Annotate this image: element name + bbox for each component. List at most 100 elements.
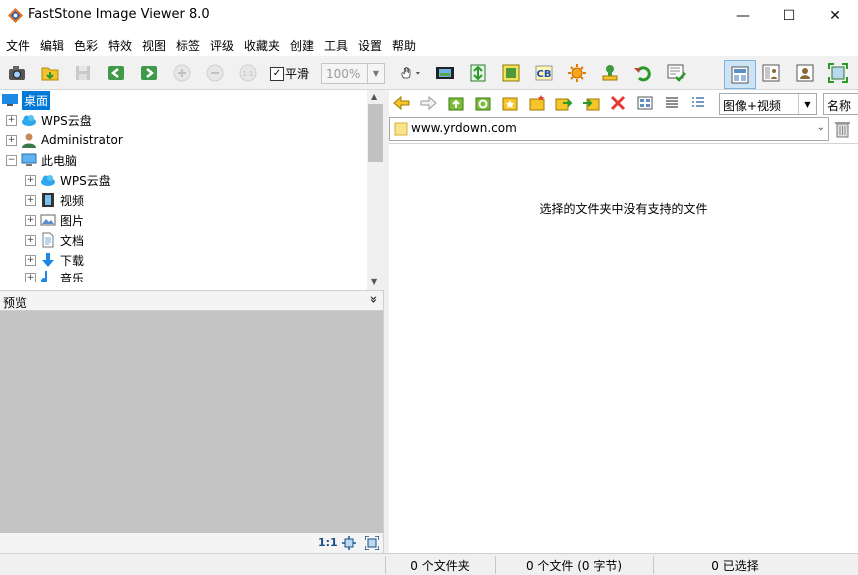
actual-size-icon[interactable]: 1:1 [237, 63, 259, 83]
desktop-icon [2, 94, 18, 106]
preview-ratio-button[interactable]: 1:1 [318, 536, 338, 549]
tree-item-wps-cloud-pc[interactable]: + WPS云盘 [25, 170, 111, 190]
file-filter-select[interactable]: 图像+视频 ▼ [719, 93, 817, 115]
expand-icon[interactable]: + [25, 174, 36, 186]
close-button[interactable]: ✕ [812, 0, 858, 32]
cloud-icon [22, 115, 36, 126]
expand-icon[interactable]: + [25, 194, 36, 206]
menu-effects[interactable]: 特效 [108, 37, 132, 54]
next-image-icon[interactable] [138, 63, 160, 83]
expand-icon[interactable]: + [25, 273, 36, 282]
tree-item-downloads[interactable]: + 下载 [25, 250, 84, 270]
expand-icon[interactable]: + [25, 254, 36, 266]
sort-value: 名称 [827, 99, 852, 113]
tree-item-administrator[interactable]: + Administrator [6, 130, 123, 150]
open-folder-icon[interactable] [39, 63, 61, 83]
chevron-down-icon[interactable]: ▼ [367, 64, 384, 83]
expand-icon[interactable]: + [25, 214, 36, 226]
tree-item-this-pc[interactable]: − 此电脑 [6, 150, 77, 170]
full-view-icon[interactable] [365, 536, 379, 550]
tree-item-label: 下载 [60, 253, 85, 268]
stamp-icon[interactable] [599, 63, 621, 83]
undo-rotate-icon[interactable] [632, 63, 654, 83]
expand-icon[interactable]: + [6, 134, 17, 146]
color-adjust-icon[interactable]: CB [533, 63, 555, 83]
layout-portrait-icon[interactable] [794, 63, 816, 83]
refresh-folder-icon[interactable] [473, 93, 493, 113]
menu-rating[interactable]: 评级 [210, 37, 234, 54]
tree-item-desktop[interactable]: 桌面 [2, 90, 51, 110]
maximize-button[interactable]: ☐ [766, 0, 812, 32]
tree-item-label: WPS云盘 [41, 113, 92, 128]
file-filter-value: 图像+视频 [723, 99, 782, 113]
trash-icon[interactable] [834, 120, 851, 138]
delete-icon[interactable] [608, 93, 628, 113]
menu-tools[interactable]: 工具 [324, 37, 348, 54]
crop-image-icon[interactable] [500, 63, 522, 83]
minimize-button[interactable]: — [720, 0, 766, 32]
batch-convert-icon[interactable] [665, 63, 687, 83]
copy-to-folder-icon[interactable] [554, 93, 574, 113]
menu-favorites[interactable]: 收藏夹 [244, 37, 280, 54]
scroll-down-icon[interactable]: ▼ [371, 277, 377, 286]
details-view-icon[interactable] [688, 93, 708, 113]
tree-item-label: 文档 [60, 233, 85, 248]
effects-sun-icon[interactable] [566, 63, 588, 83]
tree-scrollbar-thumb[interactable] [368, 104, 383, 162]
new-folder-icon[interactable] [527, 93, 547, 113]
status-folders: 0 个文件夹 [410, 559, 470, 573]
fullscreen-icon[interactable] [827, 63, 849, 83]
favorite-folder-icon[interactable] [500, 93, 520, 113]
slideshow-film-icon[interactable] [434, 63, 456, 83]
menu-edit[interactable]: 编辑 [40, 37, 64, 54]
zoom-value: 100% [326, 67, 361, 81]
expand-icon[interactable]: + [25, 234, 36, 246]
tree-item-documents[interactable]: + 文档 [25, 230, 84, 250]
path-combobox[interactable]: www.yrdown.com ⌄ [389, 117, 829, 141]
hand-tool-icon[interactable] [395, 63, 425, 83]
user-icon [22, 133, 36, 148]
zoom-out-icon[interactable] [204, 63, 226, 83]
cloud-icon [41, 175, 55, 186]
previous-image-icon[interactable] [105, 63, 127, 83]
menu-settings[interactable]: 设置 [358, 37, 382, 54]
svg-text:1:1: 1:1 [242, 70, 253, 78]
status-selected: 0 已选择 [711, 559, 759, 573]
title-bar: FastStone Image Viewer 8.0 — ☐ ✕ [0, 0, 858, 32]
move-to-folder-icon[interactable] [581, 93, 601, 113]
menu-tags[interactable]: 标签 [176, 37, 200, 54]
folder-tree: 桌面 + WPS云盘 + Administrator − 此电脑 + WPS云盘… [0, 90, 384, 290]
collapse-icon[interactable]: − [6, 154, 17, 166]
menu-file[interactable]: 文件 [6, 37, 30, 54]
forward-arrow-icon[interactable] [418, 93, 438, 113]
expand-icon[interactable]: + [6, 114, 17, 126]
smooth-checkbox[interactable]: ✓ [270, 67, 284, 81]
menu-help[interactable]: 帮助 [392, 37, 416, 54]
collapse-preview-icon[interactable]: » [366, 296, 381, 304]
menu-create[interactable]: 创建 [290, 37, 314, 54]
menu-color[interactable]: 色彩 [74, 37, 98, 54]
tree-item-wps-cloud[interactable]: + WPS云盘 [6, 110, 92, 130]
tree-item-videos[interactable]: + 视频 [25, 190, 84, 210]
resize-image-icon[interactable] [467, 63, 489, 83]
scroll-up-icon[interactable]: ▲ [371, 92, 377, 101]
zoom-in-icon[interactable] [171, 63, 193, 83]
chevron-down-icon[interactable]: ▼ [798, 94, 816, 114]
layout-thumbnails-icon[interactable] [724, 60, 756, 89]
picture-icon [40, 214, 56, 226]
save-icon[interactable] [72, 63, 94, 83]
sort-select[interactable]: 名称 [823, 93, 858, 115]
tree-item-music[interactable]: + 音乐 [25, 270, 84, 282]
menu-view[interactable]: 视图 [142, 37, 166, 54]
chevron-down-icon[interactable]: ⌄ [817, 122, 825, 133]
parent-folder-icon[interactable] [446, 93, 466, 113]
back-arrow-icon[interactable] [392, 93, 412, 113]
acquire-camera-icon[interactable] [6, 63, 28, 83]
preview-area [0, 311, 384, 533]
list-view-icon[interactable] [662, 93, 682, 113]
fit-window-icon[interactable] [342, 536, 356, 550]
thumbnail-view-icon[interactable] [635, 93, 655, 113]
layout-preview-icon[interactable] [760, 63, 782, 83]
tree-item-pictures[interactable]: + 图片 [25, 210, 84, 230]
zoom-combobox[interactable]: 100% ▼ [321, 63, 385, 84]
